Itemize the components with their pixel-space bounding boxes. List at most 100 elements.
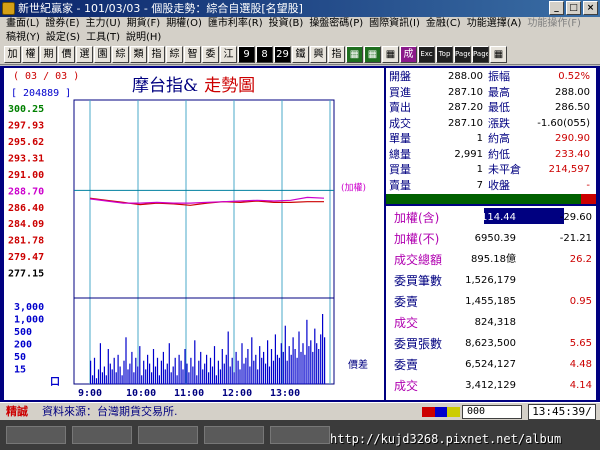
x-tick-label: 12:00 xyxy=(222,388,252,399)
volume-bar xyxy=(160,360,162,384)
toolbar-button[interactable]: 成 xyxy=(400,46,417,63)
toolbar-button[interactable]: 江 xyxy=(220,46,237,63)
toolbar-button[interactable]: ▦ xyxy=(382,46,399,63)
toolbar-button[interactable]: 權 xyxy=(22,46,39,63)
taskbar-item[interactable] xyxy=(138,426,198,444)
taskbar-item[interactable] xyxy=(72,426,132,444)
volume-bar xyxy=(121,375,123,385)
quote-label: 收盤 xyxy=(488,178,510,192)
toolbar-button[interactable]: 8 xyxy=(256,46,273,63)
menu-item[interactable]: 功能操作(F) xyxy=(524,17,584,31)
volume-bar xyxy=(237,360,239,384)
watermark-text: http://kujd3268.pixnet.net/album xyxy=(330,432,562,446)
index-label: 委買張數 xyxy=(394,337,443,351)
menu-item[interactable]: 主力(U) xyxy=(83,17,124,31)
toolbar-button[interactable]: 鐵 xyxy=(292,46,309,63)
toolbar-button[interactable]: 智 xyxy=(184,46,201,63)
index-change: 4.48 xyxy=(569,359,592,370)
menu-item[interactable]: 投資(B) xyxy=(266,17,307,31)
quote-row: 買進 287.10 最高 288.00 xyxy=(386,86,596,100)
toolbar-button[interactable]: 價 xyxy=(58,46,75,63)
volume-bar xyxy=(304,354,306,384)
menu-item[interactable]: 功能選擇(A) xyxy=(464,17,525,31)
volume-bar xyxy=(253,360,255,384)
index-value: 1,455,185 xyxy=(465,296,516,307)
x-tick-label: 9:00 xyxy=(78,388,102,399)
toolbar-button[interactable]: 指 xyxy=(148,46,165,63)
toolbar-button[interactable]: 綜 xyxy=(166,46,183,63)
menu-item[interactable]: 國際資訊(I) xyxy=(366,17,423,31)
toolbar-button[interactable]: 綜 xyxy=(112,46,129,63)
toolbar-button[interactable]: Top xyxy=(436,46,453,63)
menu-item[interactable]: 畫面(L) xyxy=(3,17,42,31)
menu-item[interactable]: 金融(C) xyxy=(423,17,464,31)
toolbar-button[interactable]: 類 xyxy=(130,46,147,63)
toolbar-button[interactable]: 選 xyxy=(76,46,93,63)
menu-item[interactable]: 期權(O) xyxy=(163,17,205,31)
toolbar-button[interactable]: 期 xyxy=(40,46,57,63)
toolbar-button[interactable]: 29 xyxy=(274,46,291,63)
toolbar-button[interactable]: 興 xyxy=(310,46,327,63)
volume-bar xyxy=(310,340,312,385)
main-area: 300.25 297.93 295.62 293.31 291.00 288.70 286.… xyxy=(0,66,600,402)
volume-bar xyxy=(162,351,164,384)
volume-bar xyxy=(145,369,147,384)
volume-bar xyxy=(259,346,261,384)
taskbar-item[interactable] xyxy=(204,426,264,444)
menu-item[interactable]: 期貨(F) xyxy=(124,17,164,31)
intraday-chart[interactable]: 300.25 297.93 295.62 293.31 291.00 288.70 286.… xyxy=(4,68,384,400)
quote-row: 單量 1 約高 290.90 xyxy=(386,132,596,146)
mode-label: 精誠 xyxy=(6,405,28,418)
toolbar-button[interactable]: Page xyxy=(454,46,471,63)
volume-bar xyxy=(92,375,94,385)
volume-bar xyxy=(286,360,288,384)
menu-item[interactable]: 稿視(Y) xyxy=(3,31,43,45)
toolbar-button[interactable]: 9 xyxy=(238,46,255,63)
volume-bar xyxy=(274,334,276,384)
menu-item[interactable]: 證券(E) xyxy=(42,17,82,31)
secondary-menu-bar: 稿視(Y) 設定(S) 工具(T) 說明(H) xyxy=(0,31,600,45)
volume-bar xyxy=(272,360,275,384)
volume-bar xyxy=(164,369,166,384)
close-button[interactable]: × xyxy=(583,1,598,15)
chart-panel[interactable]: 300.25 297.93 295.62 293.31 291.00 288.70 286.… xyxy=(4,68,384,400)
index-label: 加權(不) xyxy=(394,232,440,246)
toolbar-button[interactable]: Exc xyxy=(418,46,435,63)
volume-bar xyxy=(149,363,151,384)
menu-item[interactable]: 說明(H) xyxy=(123,31,164,45)
toolbar-button[interactable]: ▦ xyxy=(490,46,507,63)
volume-bar xyxy=(115,372,117,384)
toolbar-button[interactable]: 園 xyxy=(94,46,111,63)
stock-code-input[interactable]: 000 xyxy=(462,405,522,419)
maximize-button[interactable]: □ xyxy=(566,1,581,15)
menu-item[interactable]: 匯市利率(R) xyxy=(205,17,266,31)
quote-value: 287.10 xyxy=(448,117,483,129)
menu-item[interactable]: 工具(T) xyxy=(83,31,123,45)
instrument-id: [ 204889 ] xyxy=(11,88,72,99)
volume-bar xyxy=(211,366,214,384)
volume-bar xyxy=(127,369,129,384)
volume-bar xyxy=(255,354,257,384)
toolbar-button[interactable]: 指 xyxy=(328,46,345,63)
minimize-button[interactable]: _ xyxy=(549,1,564,15)
index-row: 成交 824,318 xyxy=(386,312,596,334)
volume-tick-label: 200 xyxy=(14,340,32,351)
menu-item[interactable]: 操盤密碼(P) xyxy=(306,17,366,31)
volume-bar xyxy=(123,360,125,384)
quote-value: 214,597 xyxy=(548,164,590,175)
toolbar-button[interactable]: ▦ xyxy=(364,46,381,63)
volume-bar xyxy=(265,363,267,384)
volume-bar xyxy=(101,372,103,384)
volume-bar xyxy=(215,375,217,385)
quote-value: 1 xyxy=(476,133,483,144)
index-change: 26.2 xyxy=(569,254,592,265)
toolbar-button[interactable]: 委 xyxy=(202,46,219,63)
toolbar-button[interactable]: Page xyxy=(472,46,489,63)
volume-bar xyxy=(151,372,153,384)
toolbar-button[interactable]: ▦ xyxy=(346,46,363,63)
taskbar-item[interactable] xyxy=(6,426,66,444)
toolbar-button[interactable]: 加 xyxy=(4,46,21,63)
volume-bar xyxy=(278,357,280,385)
taskbar-item[interactable] xyxy=(270,426,330,444)
menu-item[interactable]: 設定(S) xyxy=(43,31,83,45)
